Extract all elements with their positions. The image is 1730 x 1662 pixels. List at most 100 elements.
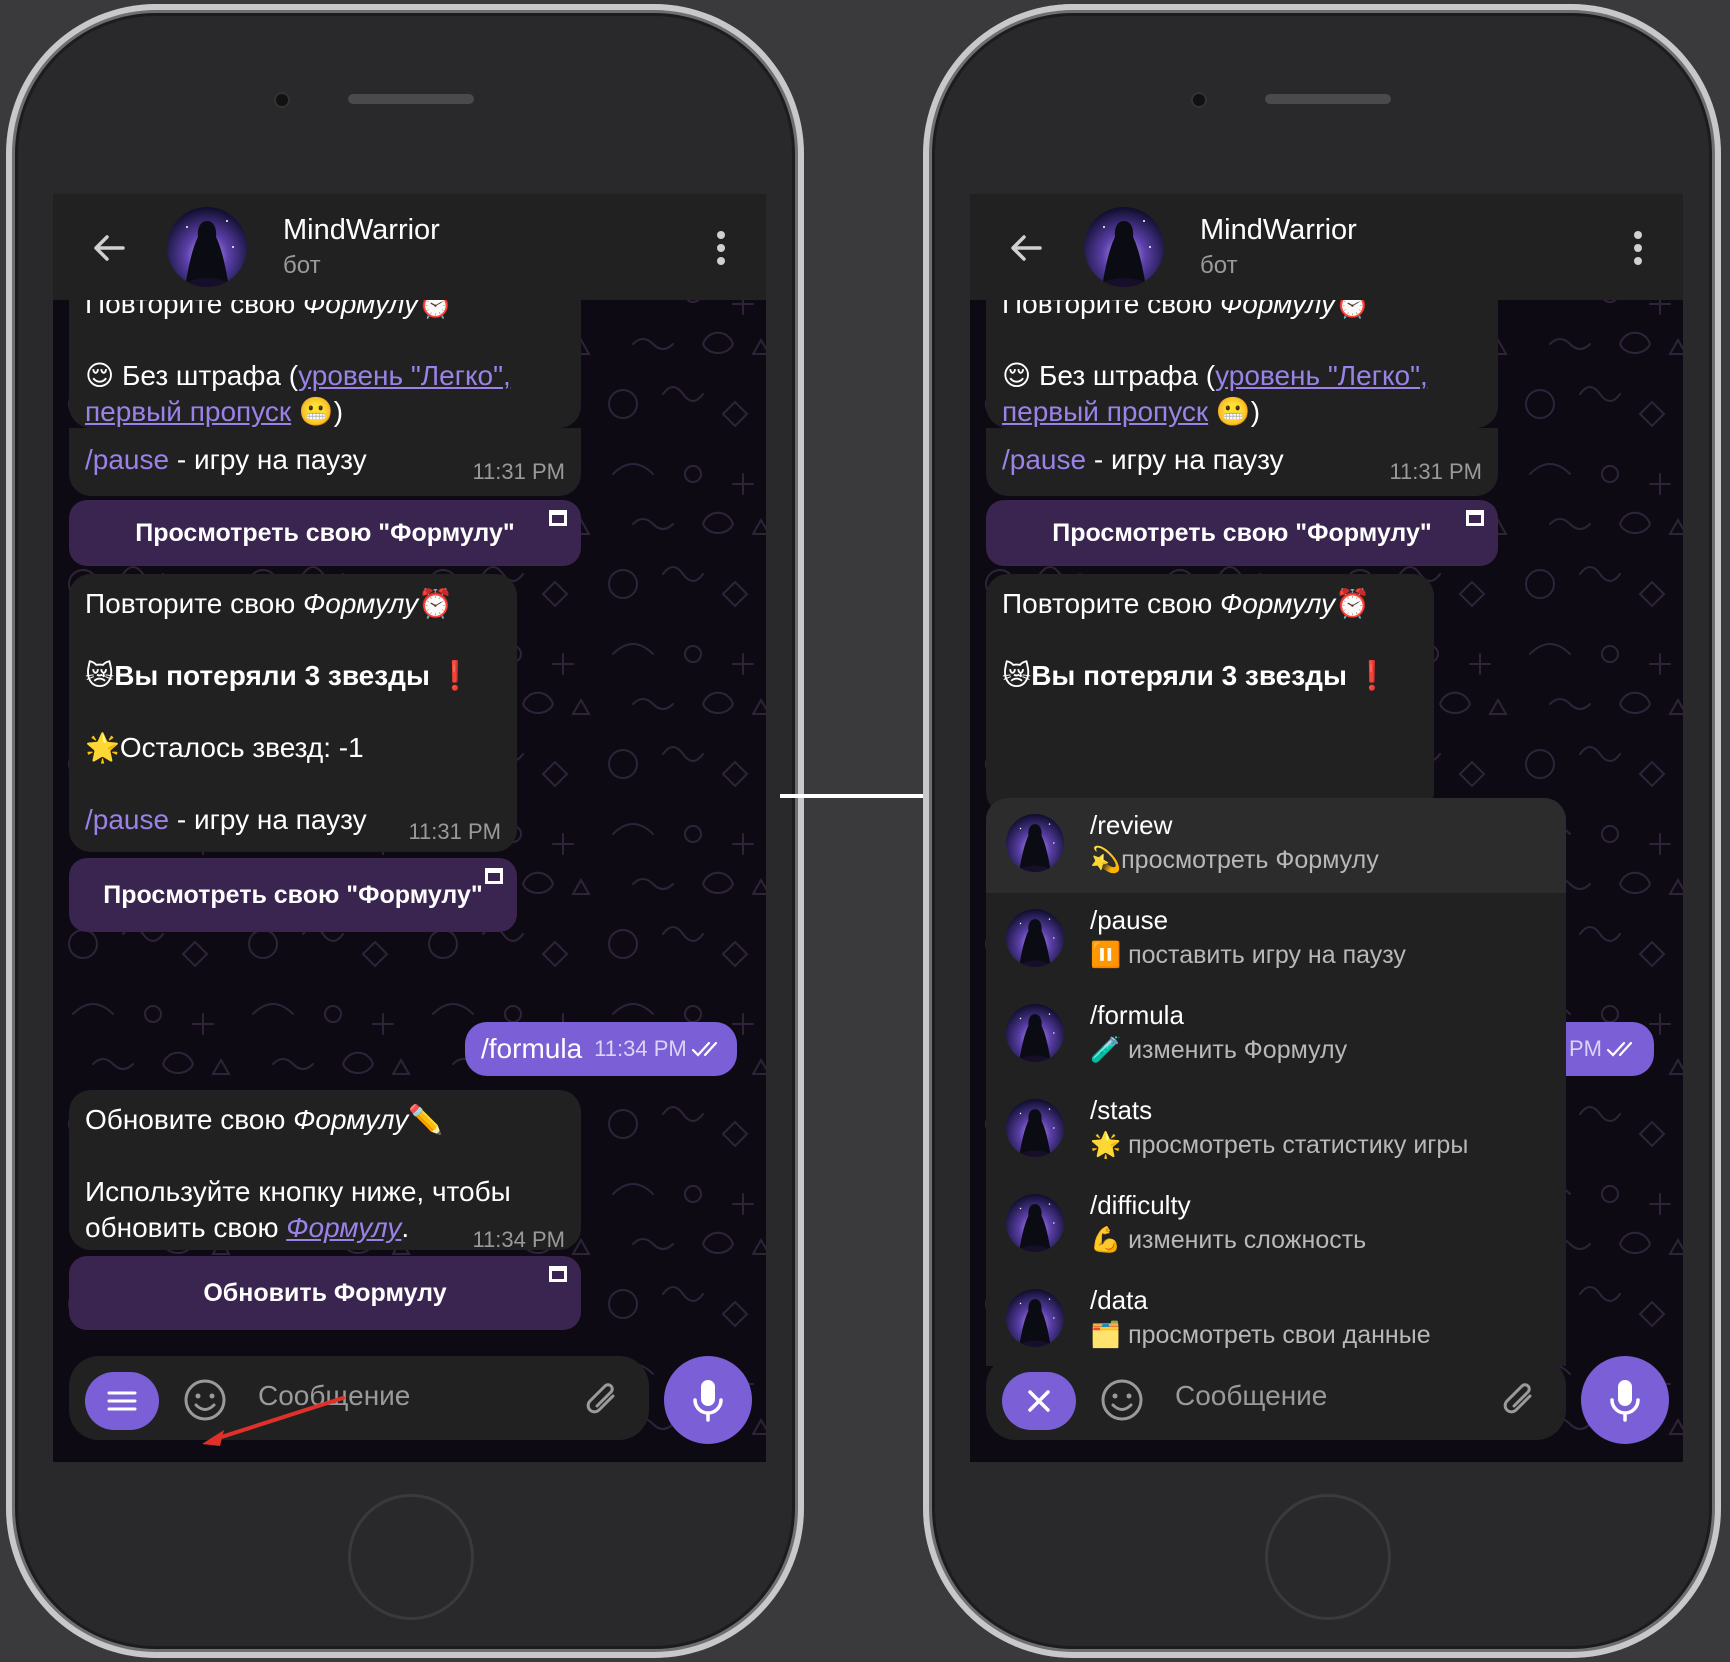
voice-record-button[interactable] xyxy=(664,1356,752,1444)
msg-time: 11:31 PM xyxy=(472,459,565,484)
front-camera xyxy=(276,94,288,106)
chat-header: MindWarrior бот xyxy=(970,194,1683,300)
msg-text: Обновите свою xyxy=(85,1104,294,1135)
star-icon: 🌟 xyxy=(85,732,120,763)
chat-title[interactable]: MindWarrior xyxy=(283,214,440,247)
bot-message: Обновите свою Формулу✏️ Используйте кноп… xyxy=(69,1090,581,1252)
voice-record-button[interactable] xyxy=(1581,1356,1669,1444)
msg-text: Повторите свою xyxy=(1002,588,1221,619)
msg-text: Осталось звезд: -1 xyxy=(119,732,364,763)
command-item[interactable]: /difficulty 💪 изменить сложность xyxy=(986,1178,1566,1273)
view-formula-button[interactable]: Просмотреть свою "Формулу" xyxy=(69,500,581,566)
close-icon xyxy=(1028,1390,1050,1412)
outgoing-message: /formula 11:34 PM xyxy=(465,1022,737,1076)
msg-link[interactable]: первый пропуск xyxy=(85,396,291,427)
chat-screen: MindWarrior бот Повторите свою Формулу⏰ … xyxy=(53,194,766,1462)
pause-command-link[interactable]: /pause xyxy=(85,804,169,835)
open-window-icon xyxy=(549,1266,567,1282)
bot-avatar xyxy=(1006,909,1064,967)
command-name: /stats xyxy=(1090,1095,1153,1125)
view-formula-button[interactable]: Просмотреть свою "Формулу" xyxy=(986,500,1498,566)
msg-text: Повторите свою xyxy=(85,588,304,619)
msg-text: Без штрафа ( xyxy=(114,360,299,391)
command-item[interactable]: /stats 🌟 просмотреть статистику игры xyxy=(986,1083,1566,1178)
exclamation-icon: ❗ xyxy=(1354,660,1390,691)
dizzy-icon: 💫 xyxy=(1090,846,1122,874)
command-item[interactable]: /pause ⏸️ поставить игру на паузу xyxy=(986,893,1566,988)
pause-command-link[interactable]: /pause xyxy=(1002,444,1086,475)
front-camera xyxy=(1193,94,1205,106)
back-arrow-icon[interactable] xyxy=(85,224,133,272)
msg-time: 11:34 PM xyxy=(472,1227,565,1252)
chat-subtitle: бот xyxy=(283,252,321,279)
open-window-icon xyxy=(1466,510,1484,526)
command-name: /review xyxy=(1090,810,1173,840)
grimacing-face-icon: 😬 xyxy=(1208,396,1251,427)
msg-time: 11:31 PM xyxy=(408,819,501,844)
view-formula-button[interactable]: Просмотреть свою "Формулу" xyxy=(69,858,517,932)
pencil-icon: ✏️ xyxy=(408,1104,444,1135)
command-description: просмотреть Формулу xyxy=(1121,846,1379,874)
back-arrow-icon[interactable] xyxy=(1002,224,1050,272)
msg-link[interactable]: уровень "Легко", xyxy=(298,360,511,391)
pause-command-link[interactable]: /pause xyxy=(85,444,169,475)
folder-icon: 🗂️ xyxy=(1090,1321,1122,1349)
grimacing-face-icon: 😬 xyxy=(291,396,334,427)
msg-italic: Формулу xyxy=(303,588,419,619)
double-check-icon xyxy=(691,1041,717,1057)
relieved-face-icon: 😌 xyxy=(85,360,115,391)
command-description: поставить игру на паузу xyxy=(1121,941,1406,969)
crying-cat-icon: 😿 xyxy=(85,660,115,691)
close-menu-button[interactable] xyxy=(1002,1372,1076,1430)
earpiece-speaker xyxy=(348,94,474,104)
more-vertical-icon[interactable] xyxy=(1633,230,1643,266)
command-description: просмотреть статистику игры xyxy=(1121,1131,1469,1159)
earpiece-speaker xyxy=(1265,94,1391,104)
bot-avatar xyxy=(1006,1194,1064,1252)
more-vertical-icon[interactable] xyxy=(716,230,726,266)
alarm-clock-icon: ⏰ xyxy=(418,588,454,619)
command-item[interactable]: /review 💫просмотреть Формулу xyxy=(986,798,1566,893)
msg-time: 11:34 PM xyxy=(594,1036,687,1061)
home-button[interactable] xyxy=(348,1494,474,1620)
microphone-icon xyxy=(1610,1380,1640,1422)
menu-icon xyxy=(107,1391,137,1411)
alarm-clock-icon: ⏰ xyxy=(1335,588,1371,619)
annotation-arrow-icon xyxy=(202,1396,345,1446)
phone-right: MindWarrior бот Повторите свою Формулу⏰ … xyxy=(917,0,1725,1662)
command-description: изменить Формулу xyxy=(1121,1036,1348,1064)
test-tube-icon: 🧪 xyxy=(1090,1036,1122,1064)
bot-avatar[interactable] xyxy=(1084,207,1164,287)
phone-left: MindWarrior бот Повторите свою Формулу⏰ … xyxy=(0,0,808,1662)
bot-menu-button[interactable] xyxy=(85,1372,159,1430)
paperclip-icon[interactable] xyxy=(583,1378,623,1422)
update-formula-button[interactable]: Обновить Формулу xyxy=(69,1256,581,1330)
message-input[interactable]: Сообщение xyxy=(1175,1380,1327,1412)
msg-time: 11:31 PM xyxy=(1389,459,1482,484)
command-name: /pause xyxy=(1090,905,1169,935)
msg-link[interactable]: уровень "Легко", xyxy=(1215,360,1428,391)
bot-avatar xyxy=(1006,814,1064,872)
paperclip-icon[interactable] xyxy=(1500,1378,1540,1422)
command-name: /formula xyxy=(1090,1000,1184,1030)
bot-avatar xyxy=(1006,1004,1064,1062)
command-name: /data xyxy=(1090,1285,1148,1315)
msg-text: - игру на паузу xyxy=(169,444,367,475)
msg-link[interactable]: Формулу xyxy=(286,1212,401,1243)
command-item[interactable]: /formula 🧪 изменить Формулу xyxy=(986,988,1566,1083)
bot-avatar xyxy=(1006,1289,1064,1347)
command-name: /difficulty xyxy=(1090,1190,1191,1220)
msg-text: - игру на паузу xyxy=(1086,444,1284,475)
home-button[interactable] xyxy=(1265,1494,1391,1620)
msg-link[interactable]: первый пропуск xyxy=(1002,396,1208,427)
bot-avatar xyxy=(1006,1099,1064,1157)
chat-subtitle: бот xyxy=(1200,252,1238,279)
chat-header: MindWarrior бот xyxy=(53,194,766,300)
chat-title[interactable]: MindWarrior xyxy=(1200,214,1357,247)
emoji-smile-icon[interactable] xyxy=(1100,1378,1144,1422)
bot-message: Повторите свою Формулу⏰ 😿Вы потеряли 3 з… xyxy=(986,574,1434,814)
bot-avatar[interactable] xyxy=(167,207,247,287)
command-description: просмотреть свои данные xyxy=(1121,1321,1431,1349)
button-label: Обновить Формулу xyxy=(203,1278,447,1307)
command-item[interactable]: /data 🗂️ просмотреть свои данные xyxy=(986,1273,1566,1366)
